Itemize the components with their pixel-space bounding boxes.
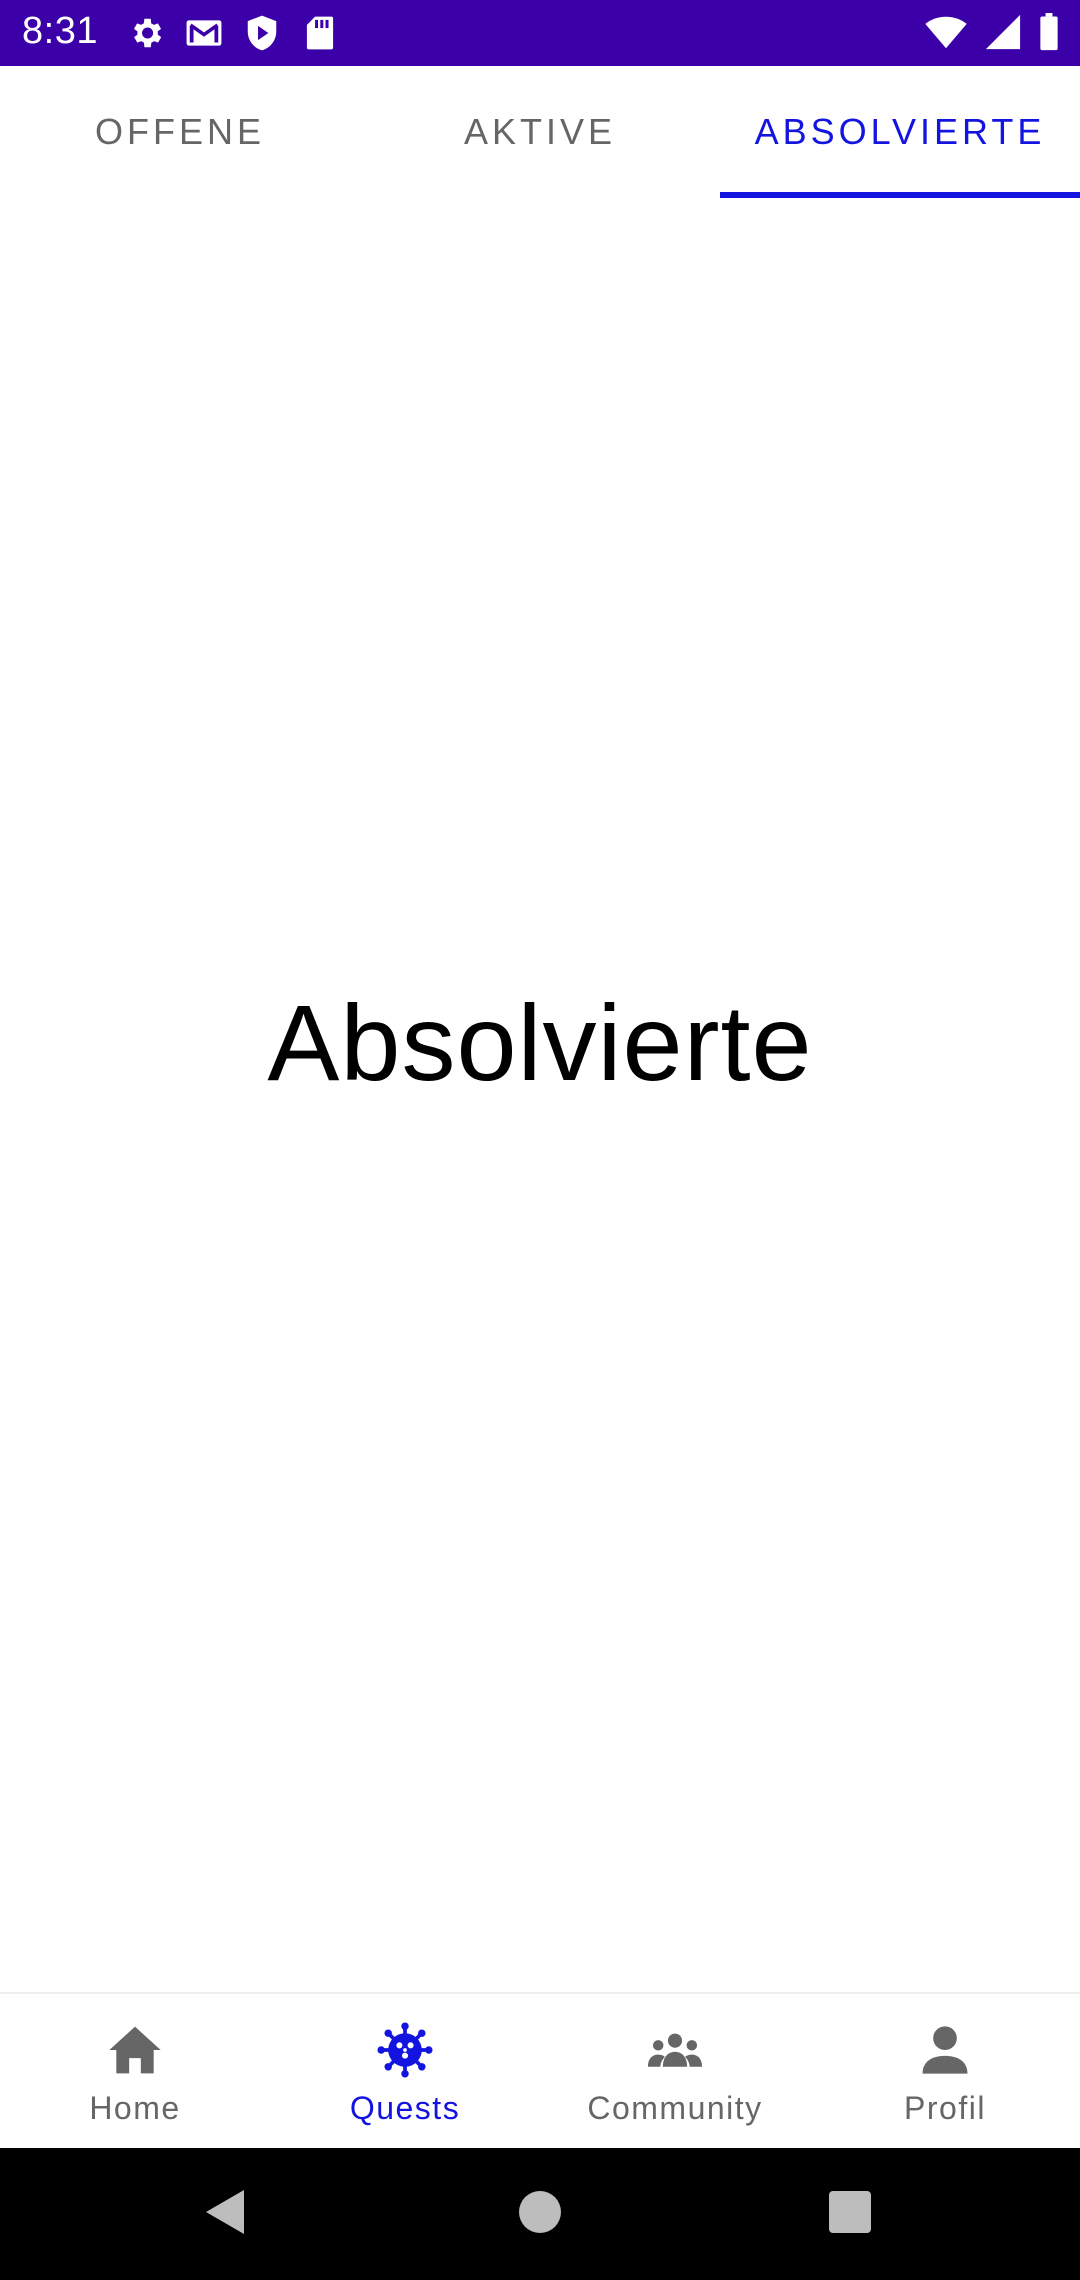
tab-aktive[interactable]: AKTIVE [360,66,720,198]
recents-icon [828,2190,872,2239]
person-icon [917,2022,973,2078]
home-circle-icon [518,2190,562,2239]
status-left-icons [126,14,340,52]
nav-label: Home [89,2090,181,2126]
bottom-navigation: Home Quests Community Profil [0,1992,1080,2148]
nav-item-home[interactable]: Home [0,1994,270,2148]
shield-play-icon [242,14,282,52]
nav-label: Profil [904,2090,986,2126]
tab-label: ABSOLVIERTE [754,111,1046,152]
recents-button[interactable] [790,2148,910,2280]
status-right-icons [924,12,1060,52]
wifi-icon [924,12,968,52]
nav-label: Quests [349,2090,461,2126]
group-icon [647,2022,703,2078]
tab-label: AKTIVE [463,111,617,152]
home-icon [107,2022,163,2078]
settings-icon [126,14,166,52]
gmail-icon [184,14,224,52]
battery-icon [1038,12,1060,52]
nav-label: Community [587,2090,763,2126]
system-navigation-bar [0,2148,1080,2280]
tab-label: OFFENE [94,111,265,152]
sd-card-icon [300,14,340,52]
status-bar: 8:31 [0,0,1080,66]
home-button[interactable] [480,2148,600,2280]
virus-icon [377,2022,433,2078]
page-title: Absolvierte [267,981,813,1103]
tab-offene[interactable]: OFFENE [0,66,360,198]
tab-absolvierte[interactable]: ABSOLVIERTE [720,66,1080,198]
nav-item-community[interactable]: Community [540,1994,810,2148]
cell-signal-icon [984,12,1022,52]
status-time: 8:31 [22,10,98,52]
tab-bar: OFFENE AKTIVE ABSOLVIERTE [0,66,1080,198]
nav-item-profil[interactable]: Profil [810,1994,1080,2148]
back-icon [204,2188,248,2241]
back-button[interactable] [166,2148,286,2280]
nav-item-quests[interactable]: Quests [270,1994,540,2148]
main-content: Absolvierte [0,198,1080,1992]
